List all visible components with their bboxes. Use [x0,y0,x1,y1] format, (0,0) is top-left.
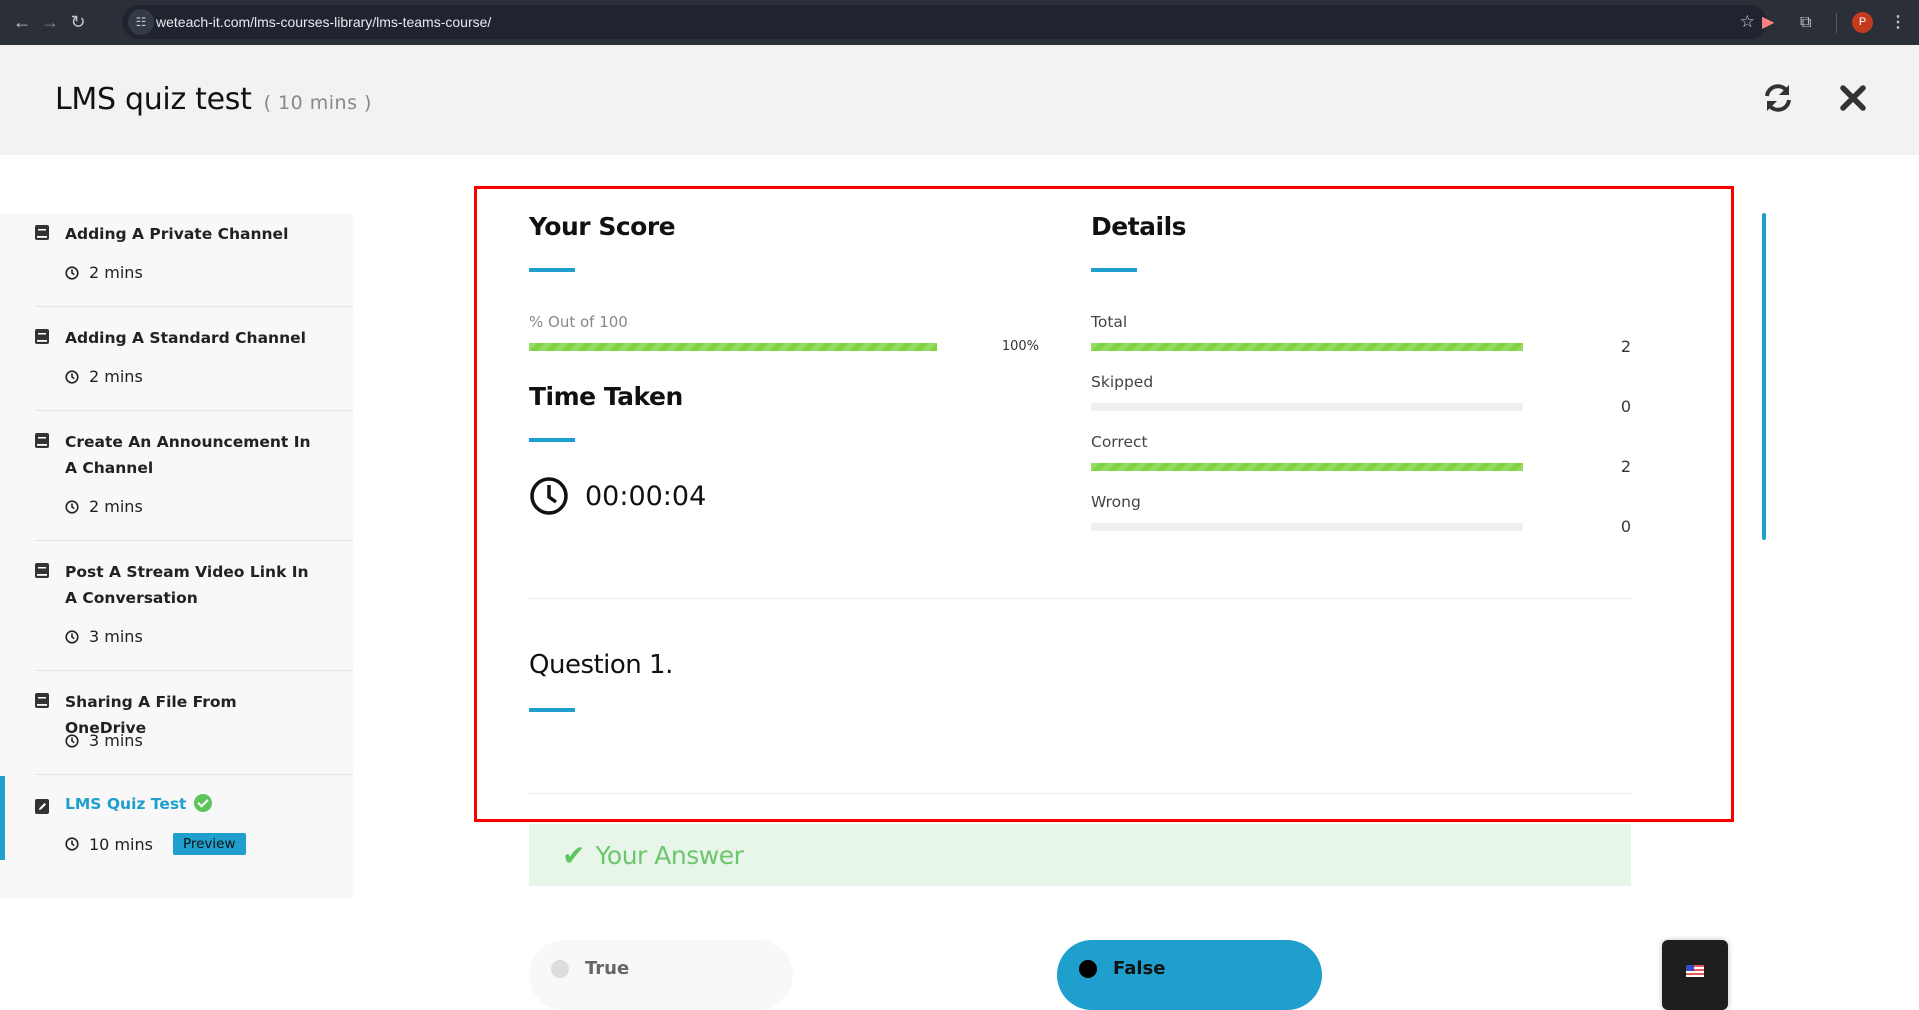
refresh-icon [1765,84,1791,112]
your-answer-label: Your Answer [595,840,744,870]
clock-icon [65,629,79,644]
detail-value-skipped: 0 [1620,397,1631,416]
lesson-item[interactable]: Post A Stream Video Link In A Conversati… [35,541,353,671]
answer-option-true[interactable]: True [529,940,793,1010]
score-bar-label: % Out of 100 [529,313,628,331]
lesson-item[interactable]: Create An Announcement In A Channel 2 mi… [35,411,353,541]
lesson-item[interactable]: Adding A Private Channel 2 mins [35,213,353,307]
clock-icon [65,837,79,851]
completed-check-icon [194,794,213,812]
option-label: True [585,958,630,979]
screen-recorder-extension-icon[interactable]: ▶ [1762,0,1774,45]
checkmark-icon: ✔ [562,839,586,871]
detail-fill-total [1091,343,1523,351]
browser-toolbar: ← → ↻ ☷ weteach-it.com/lms-courses-libra… [0,0,1919,45]
detail-label-total: Total [1091,313,1128,331]
reload-icon[interactable]: ↻ [64,12,92,33]
us-flag-icon [1686,965,1704,977]
clock-icon [65,369,79,384]
course-sidebar: Adding A Private Channel 2 mins Adding A… [0,213,353,899]
detail-bar-correct [1091,463,1523,471]
edit-icon [35,799,49,814]
forward-icon[interactable]: → [36,12,64,33]
detail-label-skipped: Skipped [1091,373,1154,391]
browser-nav: ← → ↻ [8,0,92,45]
extensions-puzzle-icon[interactable]: ⧉ [1800,0,1811,45]
browser-menu-icon[interactable]: ⋮ [1890,0,1906,45]
detail-value-total: 2 [1620,337,1631,356]
site-settings-icon[interactable]: ☷ [128,9,154,35]
details-heading: Details [1091,212,1187,241]
book-icon [35,693,49,708]
detail-bar-total [1091,343,1523,351]
restart-quiz-button[interactable] [1761,81,1795,115]
clock-icon [65,733,79,748]
profile-avatar[interactable]: P [1852,12,1873,33]
lesson-duration: 3 mins [65,731,143,750]
book-icon [35,329,49,344]
answer-option-false[interactable]: False [1057,940,1322,1010]
clock-icon [530,477,568,515]
detail-label-wrong: Wrong [1091,493,1141,511]
book-icon [35,225,49,240]
quiz-title-text: LMS quiz test [55,82,252,117]
lesson-duration: 3 mins [65,627,143,646]
lesson-title[interactable]: Adding A Standard Channel [65,325,315,351]
back-icon[interactable]: ← [8,12,36,33]
question-heading-underline [529,708,575,712]
content-scrollbar[interactable] [1762,213,1766,540]
radio-selected-icon [1079,960,1097,978]
preview-badge: Preview [172,833,246,855]
score-progress-bar [529,343,937,351]
details-heading-underline [1091,268,1137,272]
lesson-duration: 10 mins Preview [65,833,246,855]
quiz-duration: ( 10 mins ) [263,92,372,114]
clock-icon [65,499,79,514]
lesson-item-active[interactable]: LMS Quiz Test 10 mins Preview [35,775,353,895]
detail-value-wrong: 0 [1620,517,1631,536]
question-title: Question 1. [529,650,673,680]
close-quiz-button[interactable] [1836,81,1870,115]
detail-value-correct: 2 [1620,457,1631,476]
lesson-title[interactable]: Post A Stream Video Link In A Conversati… [65,559,315,611]
quiz-title: LMS quiz test ( 10 mins ) [55,82,372,117]
score-percent: 100% [1001,339,1039,354]
score-heading-underline [529,268,575,272]
score-heading: Your Score [529,212,676,241]
address-bar[interactable]: ☷ weteach-it.com/lms-courses-library/lms… [122,5,1767,39]
option-label: False [1113,958,1166,979]
question-divider [529,793,1631,794]
bookmark-star-icon[interactable]: ☆ [1740,5,1755,39]
clock-icon [65,265,79,280]
lesson-duration: 2 mins [65,497,143,516]
lesson-item[interactable]: Adding A Standard Channel 2 mins [35,307,353,411]
time-heading: Time Taken [529,382,683,411]
close-icon [1840,85,1866,111]
lesson-item[interactable]: Sharing A File From OneDrive 3 mins [35,671,353,775]
language-switcher[interactable] [1662,940,1728,1010]
quiz-header: LMS quiz test ( 10 mins ) [0,45,1919,155]
url-text[interactable]: weteach-it.com/lms-courses-library/lms-t… [156,5,491,39]
book-icon [35,433,49,448]
time-heading-underline [529,438,575,442]
book-icon [35,563,49,578]
active-lesson-indicator [0,776,5,860]
time-taken: 00:00:04 [529,476,706,516]
toolbar-divider [1836,13,1837,33]
lesson-title[interactable]: Adding A Private Channel [65,221,315,247]
detail-label-correct: Correct [1091,433,1148,451]
lesson-title[interactable]: LMS Quiz Test [65,791,315,817]
score-progress-fill [529,343,937,351]
detail-bar-skipped [1091,403,1523,411]
time-value: 00:00:04 [585,480,707,512]
section-divider [529,598,1631,599]
lesson-title[interactable]: Create An Announcement In A Channel [65,429,315,481]
your-answer-banner: ✔ Your Answer [529,824,1631,886]
detail-bar-wrong [1091,523,1523,531]
lesson-duration: 2 mins [65,263,143,282]
detail-fill-correct [1091,463,1523,471]
lesson-duration: 2 mins [65,367,143,386]
radio-unselected-icon [551,960,569,978]
